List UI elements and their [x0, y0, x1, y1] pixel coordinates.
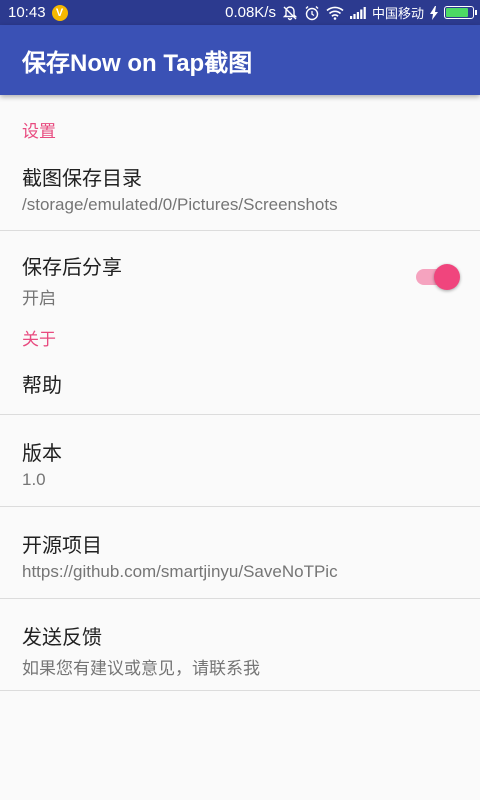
pref-screenshot-directory[interactable]: 截图保存目录 /storage/emulated/0/Pictures/Scre… — [0, 149, 480, 231]
pref-send-feedback[interactable]: 发送反馈 如果您有建议或意见，请联系我 — [0, 599, 480, 691]
share-toggle-switch[interactable] — [416, 264, 460, 290]
app-bar: 保存Now on Tap截图 — [0, 25, 480, 95]
wifi-icon — [326, 6, 344, 20]
pref-open-source[interactable]: 开源项目 https://github.com/smartjinyu/SaveN… — [0, 507, 480, 599]
network-speed: 0.08K/s — [225, 4, 276, 21]
carrier-name: 中国移动 — [371, 6, 424, 21]
pref-summary: 1.0 — [22, 470, 46, 489]
pref-title: 帮助 — [22, 375, 62, 397]
preference-list[interactable]: 设置 截图保存目录 /storage/emulated/0/Pictures/S… — [0, 95, 480, 691]
battery-icon — [444, 6, 477, 19]
pref-summary: https://github.com/smartjinyu/SaveNoTPic — [22, 562, 338, 581]
pref-title: 开源项目 — [22, 535, 102, 557]
vip-badge-icon: V — [51, 4, 68, 21]
pref-version[interactable]: 版本 1.0 — [0, 415, 480, 507]
pref-title: 截图保存目录 — [22, 168, 142, 190]
pref-help[interactable]: 帮助 — [0, 357, 480, 415]
battery-level — [446, 8, 469, 17]
mute-bell-icon — [282, 5, 298, 21]
status-time: 10:43 — [8, 4, 46, 21]
switch-thumb[interactable] — [434, 264, 460, 290]
pref-title: 发送反馈 — [22, 627, 102, 649]
pref-summary: 开启 — [22, 289, 56, 308]
charging-icon — [430, 5, 438, 20]
signal-icon — [349, 6, 366, 19]
status-right-group: 0.08K/s 中国移动 — [219, 3, 477, 22]
category-about: 关于 — [22, 330, 56, 349]
alarm-icon — [304, 5, 320, 21]
category-settings: 设置 — [22, 122, 56, 141]
pref-title: 版本 — [22, 443, 62, 465]
pref-share-after-save[interactable]: 保存后分享 开启 — [0, 231, 480, 313]
pref-summary: 如果您有建议或意见，请联系我 — [22, 659, 260, 678]
app-title: 保存Now on Tap截图 — [22, 49, 253, 77]
pref-summary: /storage/emulated/0/Pictures/Screenshots — [22, 195, 338, 214]
pref-title: 保存后分享 — [22, 257, 122, 279]
status-bar: 10:43 V 0.08K/s 中国移动 — [0, 0, 480, 25]
